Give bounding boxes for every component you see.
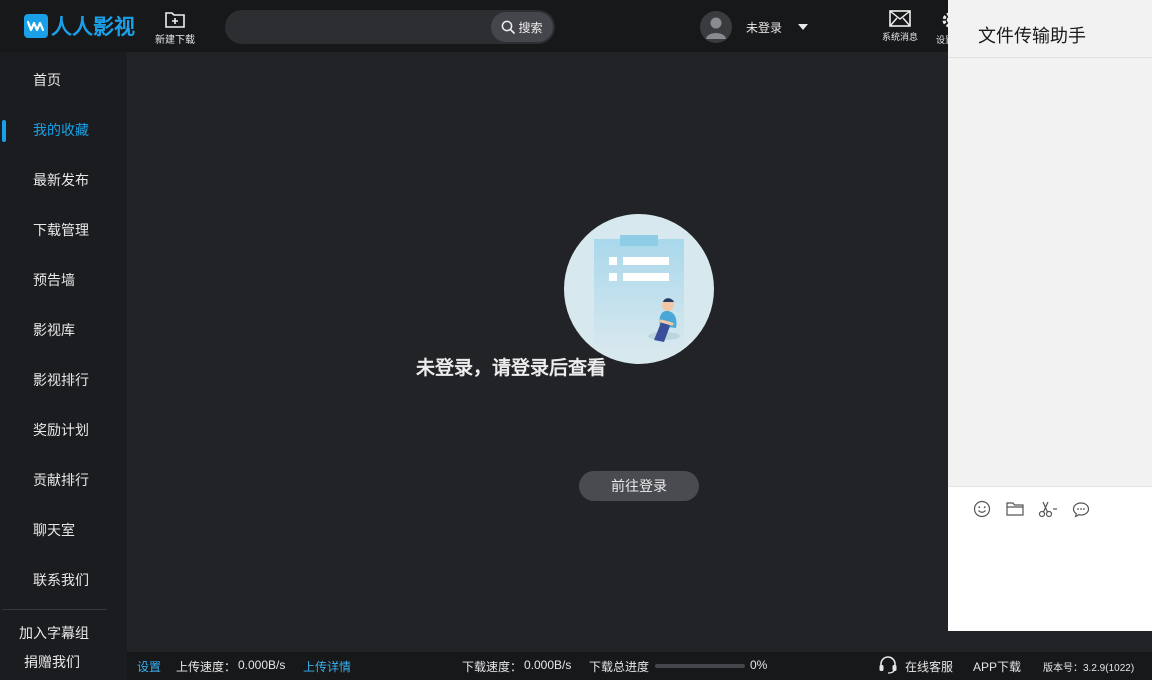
sidebar-item-contributions[interactable]: 贡献排行 (0, 455, 127, 505)
search-input[interactable] (239, 17, 489, 37)
chat-bubble-icon[interactable] (1071, 499, 1091, 519)
total-progress-label: 下载总进度 (589, 660, 650, 674)
mail-icon (889, 10, 911, 27)
emoji-icon[interactable] (972, 499, 992, 519)
app-download-link[interactable]: APP下载 (973, 658, 1021, 675)
sidebar-item-contact[interactable]: 联系我们 (0, 555, 127, 605)
sidebar-item-favorites[interactable]: 我的收藏 (0, 105, 127, 155)
sidebar-item-label: 聊天室 (33, 522, 75, 538)
sidebar-item-trailers[interactable]: 预告墙 (0, 255, 127, 305)
user-menu[interactable]: 未登录 (700, 11, 809, 43)
go-login-button[interactable]: 前往登录 (579, 471, 699, 501)
upload-speed-label: 上传速度： (176, 660, 237, 674)
user-name: 未登录 (746, 20, 783, 35)
user-icon (706, 17, 726, 39)
sidebar-item-label: 我的收藏 (33, 122, 89, 138)
new-download-icon (165, 12, 185, 28)
sidebar-item-latest[interactable]: 最新发布 (0, 155, 127, 205)
search-button-label: 搜索 (518, 20, 543, 35)
sidebar-item-label: 贡献排行 (33, 472, 89, 488)
message-compose-area[interactable] (948, 486, 1152, 631)
logo-text: 人人影视 (51, 16, 135, 39)
sidebar-item-home[interactable]: 首页 (0, 55, 127, 105)
sidebar-item-label: 预告墙 (33, 272, 75, 288)
sidebar-item-chatroom[interactable]: 聊天室 (0, 505, 127, 555)
sidebar-item-label: 最新发布 (33, 172, 89, 188)
sidebar-item-label: 影视库 (33, 322, 75, 338)
search-button[interactable]: 搜索 (491, 12, 553, 42)
join-subtitle-group-link[interactable]: 加入字幕组 (19, 623, 89, 643)
sidebar-footer: 捐赠我们 (0, 652, 127, 680)
file-transfer-panel: 文件传输助手 (948, 0, 1152, 631)
empty-state-message: 未登录，请登录后查看 (415, 358, 606, 379)
folder-icon[interactable] (1005, 499, 1025, 519)
sidebar: 首页 我的收藏 最新发布 下载管理 预告墙 影视库 影视排行 奖励计划 贡献排行… (0, 52, 127, 652)
scissors-icon[interactable] (1038, 499, 1058, 519)
sidebar-divider (2, 609, 107, 610)
search-bar: 搜索 (225, 10, 555, 44)
donate-link[interactable]: 捐赠我们 (24, 652, 80, 672)
empty-state-illustration (564, 214, 714, 364)
upload-details-link[interactable]: 上传详情 (303, 658, 351, 675)
headset-icon (878, 656, 898, 677)
sidebar-item-label: 奖励计划 (33, 422, 89, 438)
upload-speed-value: 0.000B/s (238, 658, 286, 672)
sidebar-item-label: 首页 (33, 72, 61, 88)
compose-toolbar (972, 499, 1104, 519)
sidebar-item-downloads[interactable]: 下载管理 (0, 205, 127, 255)
app-window: 人人影视 新建下载 搜索 未登录 系统消息 设 首页 我的收藏 最新发布 下载管… (0, 0, 1152, 680)
status-bar: 设置 上传速度： 0.000B/s 上传详情 下载速度： 0.000B/s 下载… (127, 652, 1152, 680)
download-speed-value: 0.000B/s (524, 658, 572, 672)
download-speed-label: 下载速度： (462, 660, 523, 674)
search-icon (502, 20, 516, 34)
new-download-label: 新建下载 (155, 35, 195, 46)
status-settings-link[interactable]: 设置 (137, 658, 161, 675)
system-messages-button[interactable]: 系统消息 (876, 10, 924, 43)
online-service-link[interactable]: 在线客服 (905, 658, 953, 675)
panel-divider (948, 57, 1152, 58)
app-logo[interactable]: 人人影视 (24, 13, 135, 39)
sidebar-item-library[interactable]: 影视库 (0, 305, 127, 355)
chevron-down-icon (798, 24, 809, 30)
total-progress-bar (655, 664, 745, 668)
avatar (700, 11, 732, 43)
sidebar-item-label: 联系我们 (33, 572, 89, 588)
main-content (127, 52, 948, 652)
system-messages-label: 系统消息 (881, 32, 918, 42)
total-progress-value: 0% (750, 658, 768, 672)
logo-icon (24, 14, 48, 38)
active-indicator (2, 120, 6, 142)
new-download-button[interactable]: 新建下载 (148, 10, 202, 46)
sidebar-item-rewards[interactable]: 奖励计划 (0, 405, 127, 455)
version-label: 版本号：3.2.9(1022) (1043, 663, 1135, 674)
panel-title: 文件传输助手 (978, 26, 1086, 46)
sidebar-item-label: 下载管理 (33, 222, 89, 238)
